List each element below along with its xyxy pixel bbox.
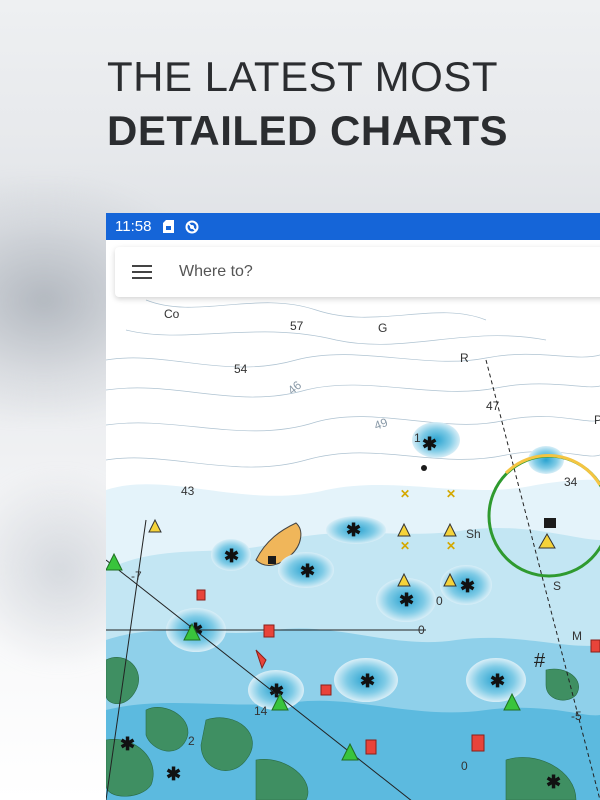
sim-card-icon [161,220,175,234]
sounding-0-a: 0 [436,594,443,608]
search-bar[interactable]: Where to? [115,247,600,297]
svg-text:✱: ✱ [300,561,315,581]
sounding-57: 57 [290,319,304,333]
sounding-47: 47 [486,399,500,413]
headline-line2: DETAILED CHARTS [107,107,509,154]
chart-label-r: R [460,351,469,365]
sounding-14: 14 [254,704,268,718]
svg-text:✱: ✱ [360,671,375,691]
svg-text:✱: ✱ [166,764,181,784]
sounding-34: 34 [564,475,578,489]
svg-text:✱: ✱ [346,520,361,540]
sounding-54: 54 [234,362,248,376]
hamburger-menu-icon[interactable] [132,260,156,284]
sounding-43: 43 [181,484,195,498]
headline-line1: THE LATEST MOST [107,53,498,100]
sounding-0-b: 0 [418,623,425,637]
svg-text:✱: ✱ [490,671,505,691]
sounding-minus-5: -5 [571,709,582,723]
svg-text:✕: ✕ [446,539,456,553]
headline: THE LATEST MOST DETAILED CHARTS [107,52,508,160]
sounding-minus-7: -7 [131,569,142,583]
svg-text:✕: ✕ [400,539,410,553]
sounding-0-c: 0 [461,759,468,773]
status-bar: 11:58 [106,213,600,240]
svg-text:✕: ✕ [400,487,410,501]
chart-label-p: P [594,413,600,427]
chart-label-s: S [553,579,561,593]
chart-label-m: M [572,629,582,643]
device-screen: 11:58 Where to? ✱ ✱ ✱ ✱ ✱ ✱ ✱ ✱ ✱ ✱ ✱ ✱ … [106,213,600,800]
svg-text:✱: ✱ [224,546,239,566]
chart-label-sh: Sh [466,527,481,541]
search-input[interactable]: Where to? [179,263,253,281]
chart-label-co: Co [164,307,180,321]
svg-text:✱: ✱ [399,590,414,610]
svg-text:✱: ✱ [422,434,437,454]
svg-text:✕: ✕ [446,487,456,501]
svg-text:#: # [534,650,546,672]
sounding-2: 2 [188,734,195,748]
svg-text:✱: ✱ [120,734,135,754]
svg-text:✱: ✱ [460,576,475,596]
chart-label-g: G [378,321,387,335]
promo-screen: THE LATEST MOST DETAILED CHARTS 11:58 Wh… [0,0,600,800]
status-time: 11:58 [115,218,152,235]
sounding-1: 1 [414,431,421,445]
nautical-chart-map[interactable]: ✱ ✱ ✱ ✱ ✱ ✱ ✱ ✱ ✱ ✱ ✱ ✱ ✱ # [106,240,600,800]
signal-blocked-icon [185,220,199,234]
svg-text:✱: ✱ [546,772,561,792]
